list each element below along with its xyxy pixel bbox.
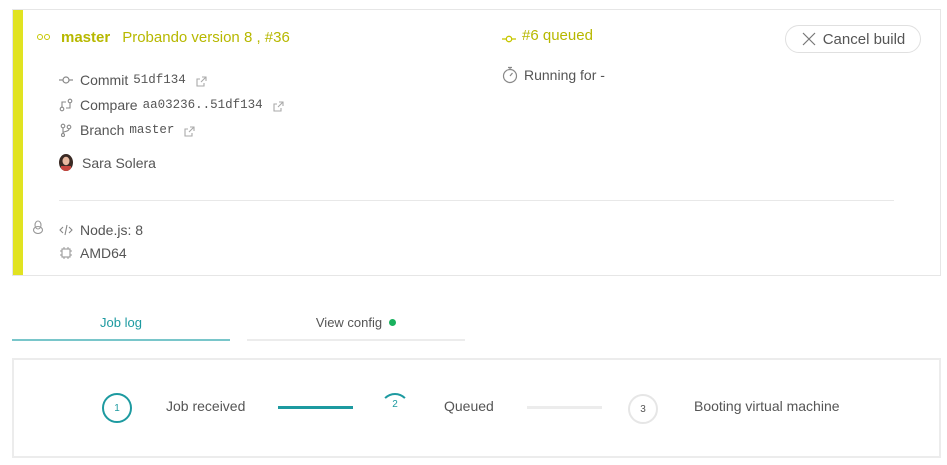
build-duration: Running for - [502,66,605,84]
arch-row: AMD64 [59,241,143,264]
external-link-icon[interactable] [184,124,195,137]
avatar [59,154,73,171]
compare-label: Compare [80,96,138,113]
job-progress: 1 Job received 2 Queued 3 Booting virtua… [12,358,941,458]
external-link-icon[interactable] [196,74,207,87]
branch-row: Branch master [59,117,284,142]
branch-link[interactable]: master [61,29,110,46]
compare-range-link[interactable]: aa03236..51df134 [143,98,263,112]
external-link-icon[interactable] [273,99,284,112]
step-connector [278,406,353,409]
commit-label: Commit [80,71,129,88]
build-status-bar [13,10,23,275]
step-2-indicator: 2 [380,393,410,423]
queued-icon [502,31,516,42]
build-card: master Probando version 8 , #36 Commit 5… [12,9,941,276]
branch-label: Branch [80,121,125,138]
cancel-build-label: Cancel build [822,30,906,48]
language-value: Node.js: 8 [80,221,144,238]
commit-icon [59,73,73,87]
build-number-link[interactable]: #6 queued [522,27,593,44]
commit-message: Probando version 8 , #36 [122,28,290,46]
job-environment: Node.js: 8 AMD64 [59,218,143,264]
build-state: #6 queued [502,27,593,44]
config-status-dot [389,318,397,326]
duration-text: Running for - [524,67,605,83]
step-1-label: Job received [166,398,246,414]
tab-job-log-label: Job log [100,314,142,330]
commit-author: Sara Solera [59,154,156,171]
commit-sha-link[interactable]: 51df134 [133,73,186,87]
compare-icon [59,98,73,112]
step-1-indicator: 1 [102,393,132,423]
cpu-icon [59,246,73,260]
tab-view-config-label: View config [315,314,383,330]
arch-value: AMD64 [80,244,127,261]
cancel-build-button[interactable]: Cancel build [785,25,921,53]
job-tabs: Job log View config [12,305,465,341]
stopwatch-icon [502,66,518,84]
step-connector [527,406,602,409]
step-2-label: Queued [444,398,494,414]
section-divider [59,200,894,201]
tab-view-config[interactable]: View config [247,305,465,341]
branch-status-icon [37,33,51,41]
git-branch-icon [59,123,73,137]
language-row: Node.js: 8 [59,218,143,241]
tab-job-log[interactable]: Job log [12,305,230,341]
author-name: Sara Solera [82,154,156,171]
compare-row: Compare aa03236..51df134 [59,92,284,117]
linux-icon [31,220,45,235]
step-3-indicator: 3 [628,394,658,424]
build-header: master Probando version 8 , #36 [37,27,290,47]
branch-name-link[interactable]: master [129,123,174,137]
code-icon [59,223,73,237]
close-icon [801,31,817,47]
step-3-label: Booting virtual machine [694,398,840,414]
commit-info: Commit 51df134 Compare aa03236..51df134 … [59,67,284,142]
commit-row: Commit 51df134 [59,67,284,92]
